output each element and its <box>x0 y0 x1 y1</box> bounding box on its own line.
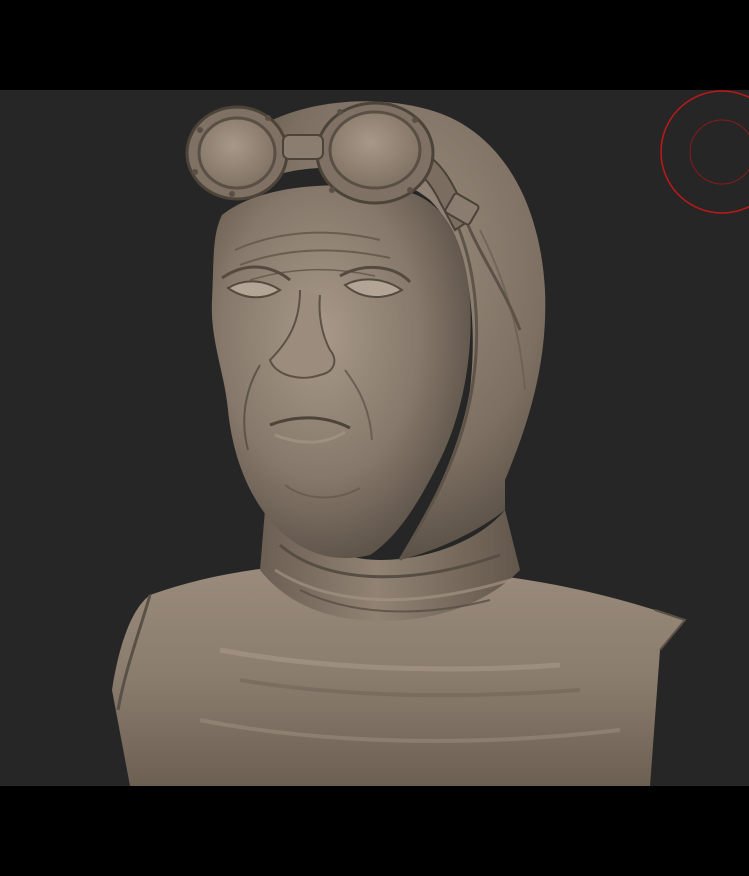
brush-cursor-icon <box>660 90 749 220</box>
sculpted-bust-icon[interactable] <box>0 90 749 786</box>
letterbox-top <box>0 0 749 90</box>
letterbox-bottom <box>0 786 749 876</box>
zbrush-canvas-window <box>0 0 749 876</box>
3d-viewport[interactable] <box>0 90 749 786</box>
